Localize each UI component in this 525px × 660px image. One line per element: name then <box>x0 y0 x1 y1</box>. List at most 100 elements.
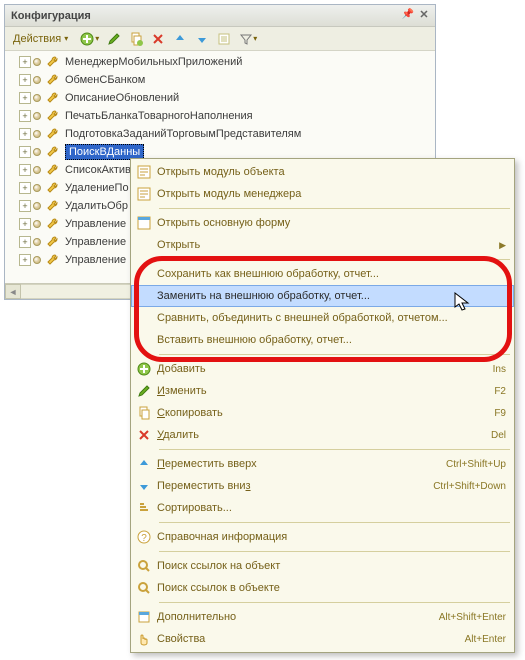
mi-delete[interactable]: УдалитьDel <box>131 424 514 446</box>
close-icon[interactable]: ✕ <box>417 8 431 22</box>
tree-item[interactable]: + МенеджерМобильныхПриложений <box>5 53 435 71</box>
add-icon <box>131 362 157 376</box>
tool-icon <box>45 126 61 142</box>
sort-icon <box>131 501 157 515</box>
hand-icon <box>131 632 157 646</box>
mi-compare-merge[interactable]: Сравнить, объединить с внешней обработко… <box>131 307 514 329</box>
expand-icon[interactable]: + <box>19 254 31 266</box>
tool-icon <box>45 234 61 250</box>
expand-icon[interactable]: + <box>19 128 31 140</box>
expand-icon[interactable]: + <box>19 200 31 212</box>
mi-open-manager-module[interactable]: Открыть модуль менеджера <box>131 183 514 205</box>
add-button[interactable]: ▾ <box>76 29 102 49</box>
moveup-button[interactable] <box>170 29 190 49</box>
module-icon <box>131 186 157 202</box>
mi-find-refs-in[interactable]: Поиск ссылок в объекте <box>131 577 514 599</box>
actions-menu-button[interactable]: Действия▾ <box>9 29 74 49</box>
expand-icon[interactable]: + <box>19 92 31 104</box>
magnifier-icon <box>131 581 157 595</box>
expand-icon[interactable]: + <box>19 56 31 68</box>
expand-icon[interactable]: + <box>19 110 31 122</box>
node-bullet-icon <box>33 166 41 174</box>
tool-icon <box>45 216 61 232</box>
tool-icon <box>45 180 61 196</box>
mi-find-refs-to[interactable]: Поиск ссылок на объект <box>131 555 514 577</box>
mi-move-down[interactable]: Переместить внизCtrl+Shift+Down <box>131 475 514 497</box>
tool-icon <box>45 144 61 160</box>
arrow-down-icon <box>131 479 157 493</box>
copy-button[interactable] <box>126 29 146 49</box>
expand-icon[interactable]: + <box>19 236 31 248</box>
mi-properties[interactable]: СвойстваAlt+Enter <box>131 628 514 650</box>
mi-open-submenu[interactable]: Открыть▶ <box>131 234 514 256</box>
tree-item-label: УдалениеПо <box>65 182 129 194</box>
mi-add[interactable]: ДобавитьIns <box>131 358 514 380</box>
module-icon <box>131 164 157 180</box>
tree-item-label: ОбменСБанком <box>65 74 145 86</box>
form-icon <box>131 215 157 231</box>
node-bullet-icon <box>33 76 41 84</box>
sheet-button[interactable] <box>214 29 234 49</box>
window-title: Конфигурация <box>11 10 91 22</box>
help-icon: ? <box>131 530 157 544</box>
mi-sort[interactable]: Сортировать... <box>131 497 514 519</box>
scroll-left-icon[interactable]: ◄ <box>5 284 21 299</box>
mi-open-object-module[interactable]: Открыть модуль объекта <box>131 161 514 183</box>
copy-icon <box>131 406 157 420</box>
tree-item-label: Управление <box>65 236 126 248</box>
tool-icon <box>45 198 61 214</box>
node-bullet-icon <box>33 184 41 192</box>
node-bullet-icon <box>33 220 41 228</box>
node-bullet-icon <box>33 202 41 210</box>
tool-icon <box>45 54 61 70</box>
filter-button[interactable]: ▾ <box>236 29 260 49</box>
edit-button[interactable] <box>104 29 124 49</box>
chevron-right-icon: ▶ <box>499 240 506 251</box>
tree-item-label: УдалитьОбр <box>65 200 128 212</box>
tree-item[interactable]: + ОписаниеОбновлений <box>5 89 435 107</box>
mi-additional[interactable]: ДополнительноAlt+Shift+Enter <box>131 606 514 628</box>
mi-edit[interactable]: ИзменитьF2 <box>131 380 514 402</box>
expand-icon[interactable]: + <box>19 218 31 230</box>
movedown-button[interactable] <box>192 29 212 49</box>
chevron-down-icon: ▾ <box>95 34 99 43</box>
mi-save-external[interactable]: Сохранить как внешнюю обработку, отчет..… <box>131 263 514 285</box>
node-bullet-icon <box>33 256 41 264</box>
svg-text:?: ? <box>141 533 147 544</box>
tool-icon <box>45 252 61 268</box>
mi-replace-external[interactable]: Заменить на внешнюю обработку, отчет... <box>131 285 514 307</box>
arrow-up-icon <box>131 457 157 471</box>
properties-icon <box>131 610 157 624</box>
delete-button[interactable] <box>148 29 168 49</box>
tree-item[interactable]: +ПечатьБланкаТоварногоНаполнения <box>5 107 435 125</box>
expand-icon[interactable]: + <box>19 146 31 158</box>
tree-item-label: Управление <box>65 254 126 266</box>
mi-copy[interactable]: СкопироватьF9 <box>131 402 514 424</box>
tool-icon <box>45 90 61 106</box>
mi-insert-external[interactable]: Вставить внешнюю обработку, отчет... <box>131 329 514 351</box>
titlebar: Конфигурация 📌 ✕ <box>5 5 435 27</box>
node-bullet-icon <box>33 58 41 66</box>
node-bullet-icon <box>33 94 41 102</box>
toolbar: Действия▾ ▾ ▾ <box>5 27 435 51</box>
tree-item-label: ОписаниеОбновлений <box>65 92 179 104</box>
delete-icon <box>131 428 157 442</box>
tree-item[interactable]: + ОбменСБанком <box>5 71 435 89</box>
tree-item[interactable]: + ПодготовкаЗаданийТорговымПредставителям <box>5 125 435 143</box>
tree-item-label: ПодготовкаЗаданийТорговымПредставителям <box>65 128 301 140</box>
chevron-down-icon: ▾ <box>64 34 68 43</box>
expand-icon[interactable]: + <box>19 164 31 176</box>
mi-open-main-form[interactable]: Открыть основную форму <box>131 212 514 234</box>
tree-item-label: МенеджерМобильныхПриложений <box>65 56 242 68</box>
tree-item-label: СписокАктив <box>65 164 131 176</box>
expand-icon[interactable]: + <box>19 182 31 194</box>
tree-item-label: Управление <box>65 218 126 230</box>
mi-help[interactable]: ?Справочная информация <box>131 526 514 548</box>
context-menu: Открыть модуль объекта Открыть модуль ме… <box>130 158 515 653</box>
node-bullet-icon <box>33 238 41 246</box>
mi-move-up[interactable]: Переместить вверхCtrl+Shift+Up <box>131 453 514 475</box>
pin-icon[interactable]: 📌 <box>401 8 415 22</box>
expand-icon[interactable]: + <box>19 74 31 86</box>
node-bullet-icon <box>33 112 41 120</box>
tool-icon <box>45 108 61 124</box>
